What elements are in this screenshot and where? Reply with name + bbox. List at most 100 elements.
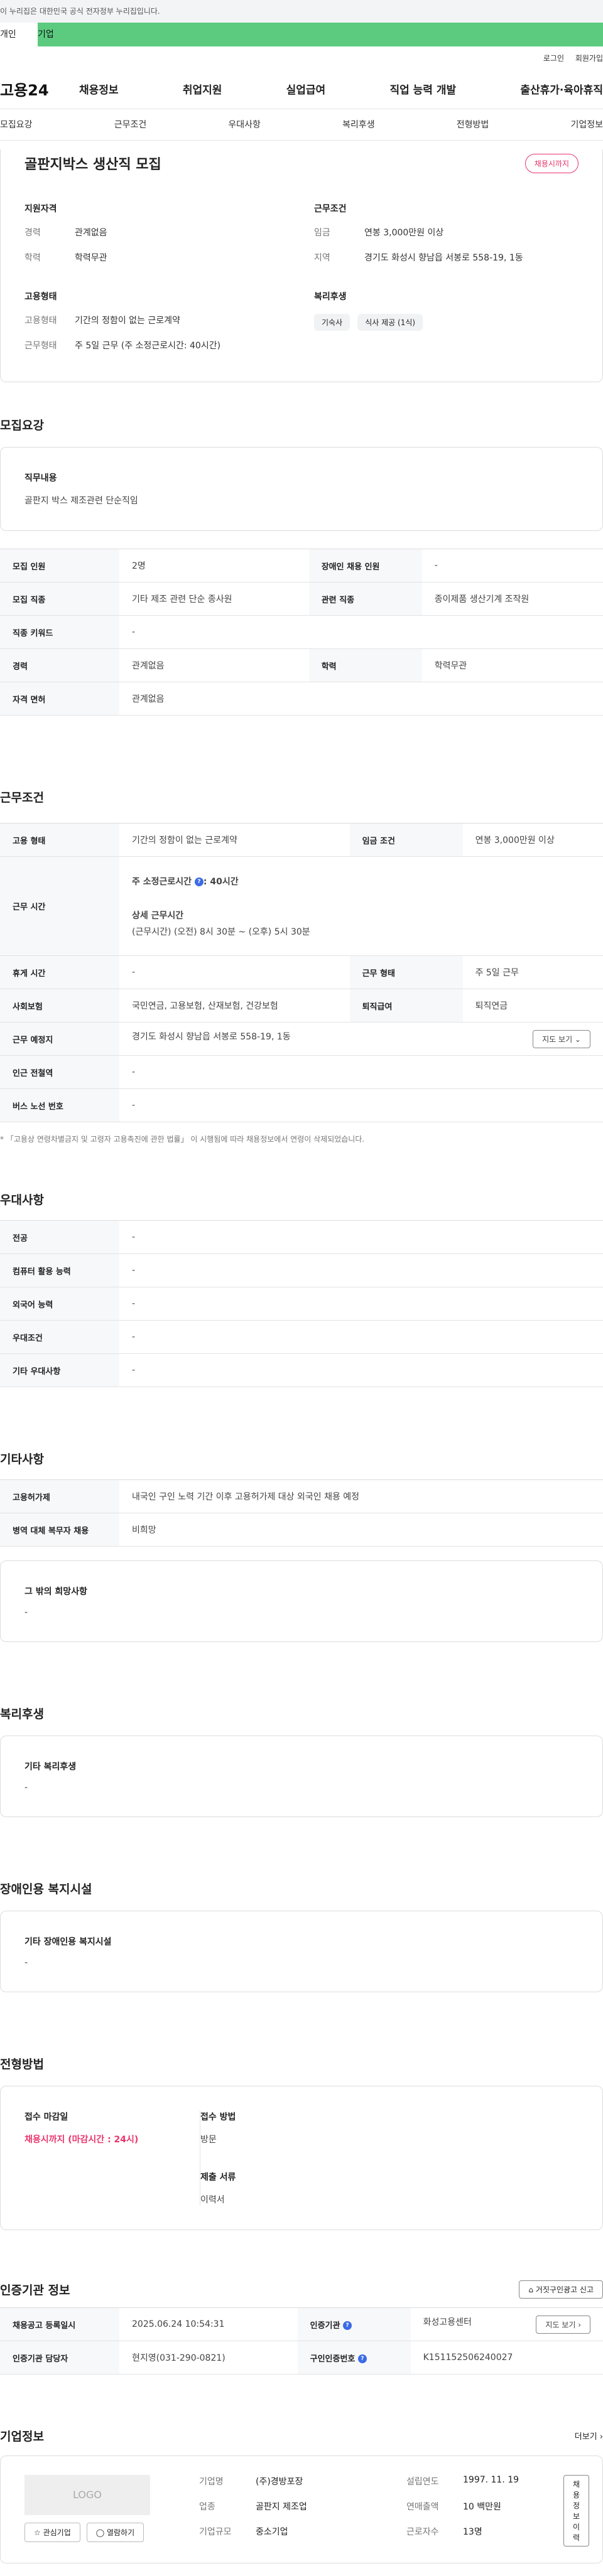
row-value: 학력무관 [421, 648, 603, 682]
tab-work[interactable]: 근무조건 [114, 109, 147, 140]
row-value: 경기도 화성시 향남읍 서봉로 558-19, 1동 지도 보기 ⌄ [119, 1022, 603, 1056]
row-label: 병역 대체 복무자 채용 [0, 1513, 119, 1547]
join-link[interactable]: 회원가입 [575, 54, 603, 63]
org-value: 화성고용센터 [423, 2317, 472, 2327]
help-icon[interactable]: ? [357, 2354, 367, 2363]
org-map-button[interactable]: 지도 보기 › [536, 2315, 590, 2334]
sales-value: 10 백만원 [463, 2502, 501, 2512]
deadline-badge: 채용시까지 [524, 153, 579, 173]
row-label: 근무 형태 [349, 955, 463, 989]
row-value: - [119, 1253, 603, 1287]
row-value: 기타 제조 관련 단순 종사원 [119, 582, 309, 616]
site-logo[interactable]: 고용24 [0, 78, 79, 100]
help-icon[interactable]: ? [343, 2321, 352, 2330]
tab-bar-fill [119, 23, 603, 46]
table-row: 인증기관 담당자 현지영(031-290-0821) 구인인증번호 ? K151152… [0, 2341, 603, 2375]
global-nav: 고용24 채용정보 취업지원 실업급여 직업 능력 개발 출산휴가·육아휴직 [0, 69, 603, 109]
emp-heading: 고용형태 [24, 292, 57, 302]
row-label: 외국어 능력 [0, 1287, 119, 1321]
deadline-value: 채용시까지 (마감시간 : 24시) [24, 2135, 139, 2145]
hours-weekly-label: 주 소정근로시간 [132, 876, 192, 887]
table-row: 채용공고 등록일시 2025.06.24 10:54:31 인증기관 ? 화성고용센터… [0, 2307, 603, 2341]
company-more-link[interactable]: 더보기 › [575, 2430, 603, 2442]
row-value: 화성고용센터 지도 보기 › [410, 2307, 603, 2341]
duty-card: 직무내용 골판지 박스 제조관련 단순직임 [0, 447, 603, 531]
welfare-section-heading: 복리후생 [0, 1707, 44, 1721]
gnb-item-jobs[interactable]: 채용정보 [79, 81, 119, 97]
row-label: 채용공고 등록일시 [0, 2307, 119, 2341]
table-row: 컴퓨터 활용 능력 - [0, 1253, 603, 1287]
help-icon[interactable]: ? [194, 877, 204, 886]
row-value: - [119, 1320, 603, 1354]
row-value: - [119, 1055, 603, 1089]
welfare-tags: 기숙사 식사 제공 (1식) [314, 314, 579, 331]
row-label: 휴게 시간 [0, 955, 119, 989]
login-link[interactable]: 로그인 [543, 54, 564, 63]
disabled-heading: 장애인용 복지시설 [0, 1882, 92, 1896]
row-label: 퇴직급여 [349, 989, 463, 1022]
favorite-company-button[interactable]: ☆ 관심기업 [24, 2523, 80, 2542]
recruit-heading: 모집요강 [0, 419, 44, 432]
map-view-button[interactable]: 지도 보기 ⌄ [533, 1029, 590, 1048]
sales-label: 연매출액 [406, 2502, 439, 2512]
size-value: 중소기업 [256, 2527, 288, 2537]
row-label: 인증기관 ? [297, 2307, 411, 2341]
employees-value: 13명 [463, 2527, 482, 2537]
row-value: 내국인 구인 노력 기간 이후 고용허가제 대상 외국인 채용 예정 [119, 1479, 603, 1513]
row-label: 모집 인원 [0, 549, 119, 582]
table-row: 인근 전철역 - [0, 1055, 603, 1089]
row-label: 자격 면허 [0, 682, 119, 716]
tab-personal[interactable]: 개인 [0, 23, 38, 46]
hire-history-button[interactable]: 채용정보 이력 [563, 2475, 590, 2546]
gnb-item-benefit[interactable]: 실업급여 [286, 81, 326, 97]
table-row: 고용허가제 내국인 구인 노력 기간 이후 고용허가제 대상 외국인 채용 예정 [0, 1479, 603, 1513]
row-value: 국민연금, 고용보험, 산재보험, 건강보험 [119, 989, 350, 1022]
emp-label: 고용형태 [24, 316, 57, 326]
gnb-item-leave[interactable]: 출산휴가·육아휴직 [520, 81, 603, 97]
worktype-label: 근무형태 [24, 341, 57, 351]
row-label: 근무 시간 [0, 856, 119, 956]
org-label: 인증기관 [310, 2321, 340, 2331]
report-fake-ad-button[interactable]: ⌂ 거짓구인광고 신고 [519, 2280, 603, 2299]
row-label: 관련 직종 [308, 582, 422, 616]
row-value: 2명 [119, 549, 309, 582]
row-value: - [119, 1088, 603, 1122]
career-label: 경력 [24, 228, 41, 238]
table-row: 버스 노선 번호 - [0, 1088, 603, 1122]
row-value: 2025.06.24 10:54:31 [119, 2307, 298, 2341]
table-row: 경력 관계없음 학력 학력무관 [0, 648, 603, 682]
tag-meal: 식사 제공 (1식) [357, 314, 423, 331]
table-row: 모집 직종 기타 제조 관련 단순 종사원 관련 직종 종이제품 생산기계 조작원 [0, 582, 603, 616]
gnb-item-training[interactable]: 직업 능력 개발 [389, 81, 456, 97]
tab-company[interactable]: 기업정보 [570, 109, 603, 140]
tab-company[interactable]: 기업 [38, 23, 119, 46]
row-value: - [421, 549, 603, 582]
tab-pref[interactable]: 우대사항 [228, 109, 261, 140]
etc-heading: 기타사항 [0, 1452, 44, 1466]
gnb-item-support[interactable]: 취업지원 [183, 81, 222, 97]
row-value: 주 5일 근무 [462, 955, 603, 989]
tab-recruit[interactable]: 모집요강 [0, 109, 33, 140]
row-value: 관계없음 [119, 682, 603, 716]
tab-welfare[interactable]: 복리후생 [342, 109, 375, 140]
hours-detail-value: (근무시간) (오전) 8시 30분 ~ (오후) 5시 30분 [132, 926, 310, 937]
tab-apply[interactable]: 전형방법 [457, 109, 489, 140]
other-wish-label: 그 밖의 희망사항 [24, 1587, 87, 1597]
view-company-button[interactable]: ◯ 열람하기 [86, 2523, 144, 2542]
employees-label: 근로자수 [406, 2527, 439, 2537]
row-value: 비희망 [119, 1513, 603, 1547]
company-heading: 기업정보 [0, 2430, 44, 2444]
disabled-label: 기타 장애인용 복지시설 [24, 1937, 112, 1947]
row-value: 퇴직연금 [462, 989, 603, 1022]
table-row: 전공 - [0, 1220, 603, 1254]
disabled-value: - [24, 1958, 28, 1968]
area-value: 경기도 화성시 향남읍 서봉로 558-19, 1동 [364, 253, 523, 263]
table-row: 외국어 능력 - [0, 1287, 603, 1321]
company-card: LOGO ☆ 관심기업 ◯ 열람하기 기업명 (주)경방포장 설립연도 1997. … [0, 2455, 603, 2563]
tag-dorm: 기숙사 [314, 314, 350, 331]
table-row: 병역 대체 복무자 채용 비희망 [0, 1513, 603, 1547]
table-row: 고용 형태 기간의 정함이 없는 근로계약 임금 조건 연봉 3,000만원 이상 [0, 823, 603, 857]
company-info-grid: 기업명 (주)경방포장 설립연도 1997. 11. 19 업종 골판지 제조업 연매… [199, 2475, 563, 2538]
welfare-label: 기타 복리후생 [24, 1762, 77, 1772]
career-value: 관계없음 [75, 228, 107, 238]
